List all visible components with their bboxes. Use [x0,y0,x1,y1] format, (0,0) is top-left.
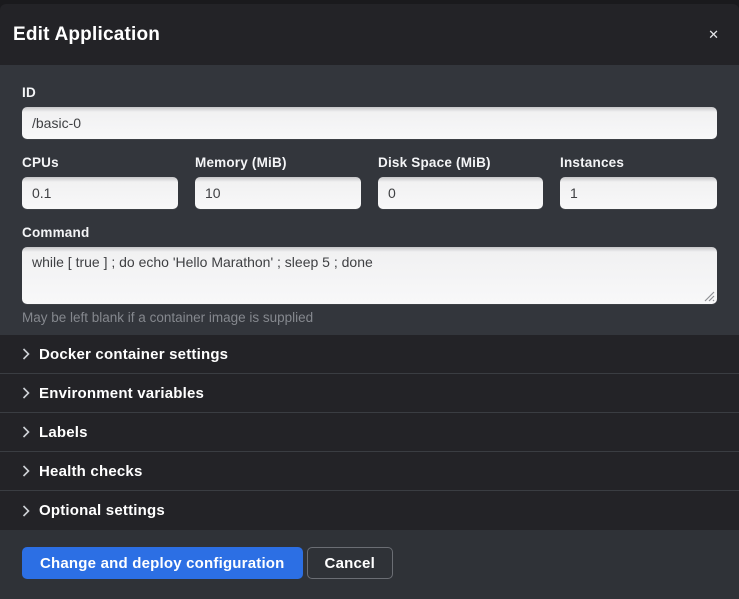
section-label: Labels [39,424,88,441]
command-field-group: Command while [ true ] ; do echo 'Hello … [22,225,717,325]
disk-label: Disk Space (MiB) [378,155,543,170]
close-icon[interactable]: ✕ [704,24,723,45]
disk-field-group: Disk Space (MiB) [378,155,543,209]
section-label: Environment variables [39,385,204,402]
chevron-right-icon [22,387,30,399]
section-environment-variables[interactable]: Environment variables [0,374,739,413]
command-textarea[interactable]: while [ true ] ; do echo 'Hello Marathon… [22,247,717,304]
section-optional-settings[interactable]: Optional settings [0,491,739,530]
command-help-text: May be left blank if a container image i… [22,310,717,325]
section-label: Health checks [39,463,142,480]
resource-fields-row: CPUs Memory (MiB) Disk Space (MiB) Insta… [22,155,717,209]
cpus-field-group: CPUs [22,155,178,209]
id-field-group: ID [22,85,717,139]
command-label: Command [22,225,717,240]
cancel-button[interactable]: Cancel [307,547,393,579]
chevron-right-icon [22,348,30,360]
modal-header: Edit Application ✕ [0,4,739,65]
change-and-deploy-button[interactable]: Change and deploy configuration [22,547,303,579]
chevron-right-icon [22,426,30,438]
id-label: ID [22,85,717,100]
memory-input[interactable] [195,177,361,209]
cpus-label: CPUs [22,155,178,170]
section-docker-container-settings[interactable]: Docker container settings [0,335,739,374]
chevron-right-icon [22,465,30,477]
modal-footer: Change and deploy configuration Cancel [0,530,739,599]
instances-input[interactable] [560,177,717,209]
id-input[interactable] [22,107,717,139]
section-health-checks[interactable]: Health checks [0,452,739,491]
instances-field-group: Instances [560,155,717,209]
memory-label: Memory (MiB) [195,155,361,170]
disk-input[interactable] [378,177,543,209]
section-label: Docker container settings [39,346,228,363]
application-form: ID CPUs Memory (MiB) Disk Space (MiB) In… [0,65,739,335]
memory-field-group: Memory (MiB) [195,155,361,209]
edit-application-modal: Edit Application ✕ ID CPUs Memory (MiB) … [0,4,739,599]
section-labels[interactable]: Labels [0,413,739,452]
accordion-sections: Docker container settings Environment va… [0,335,739,530]
section-label: Optional settings [39,502,165,519]
instances-label: Instances [560,155,717,170]
chevron-right-icon [22,505,30,517]
modal-title: Edit Application [13,24,160,46]
cpus-input[interactable] [22,177,178,209]
